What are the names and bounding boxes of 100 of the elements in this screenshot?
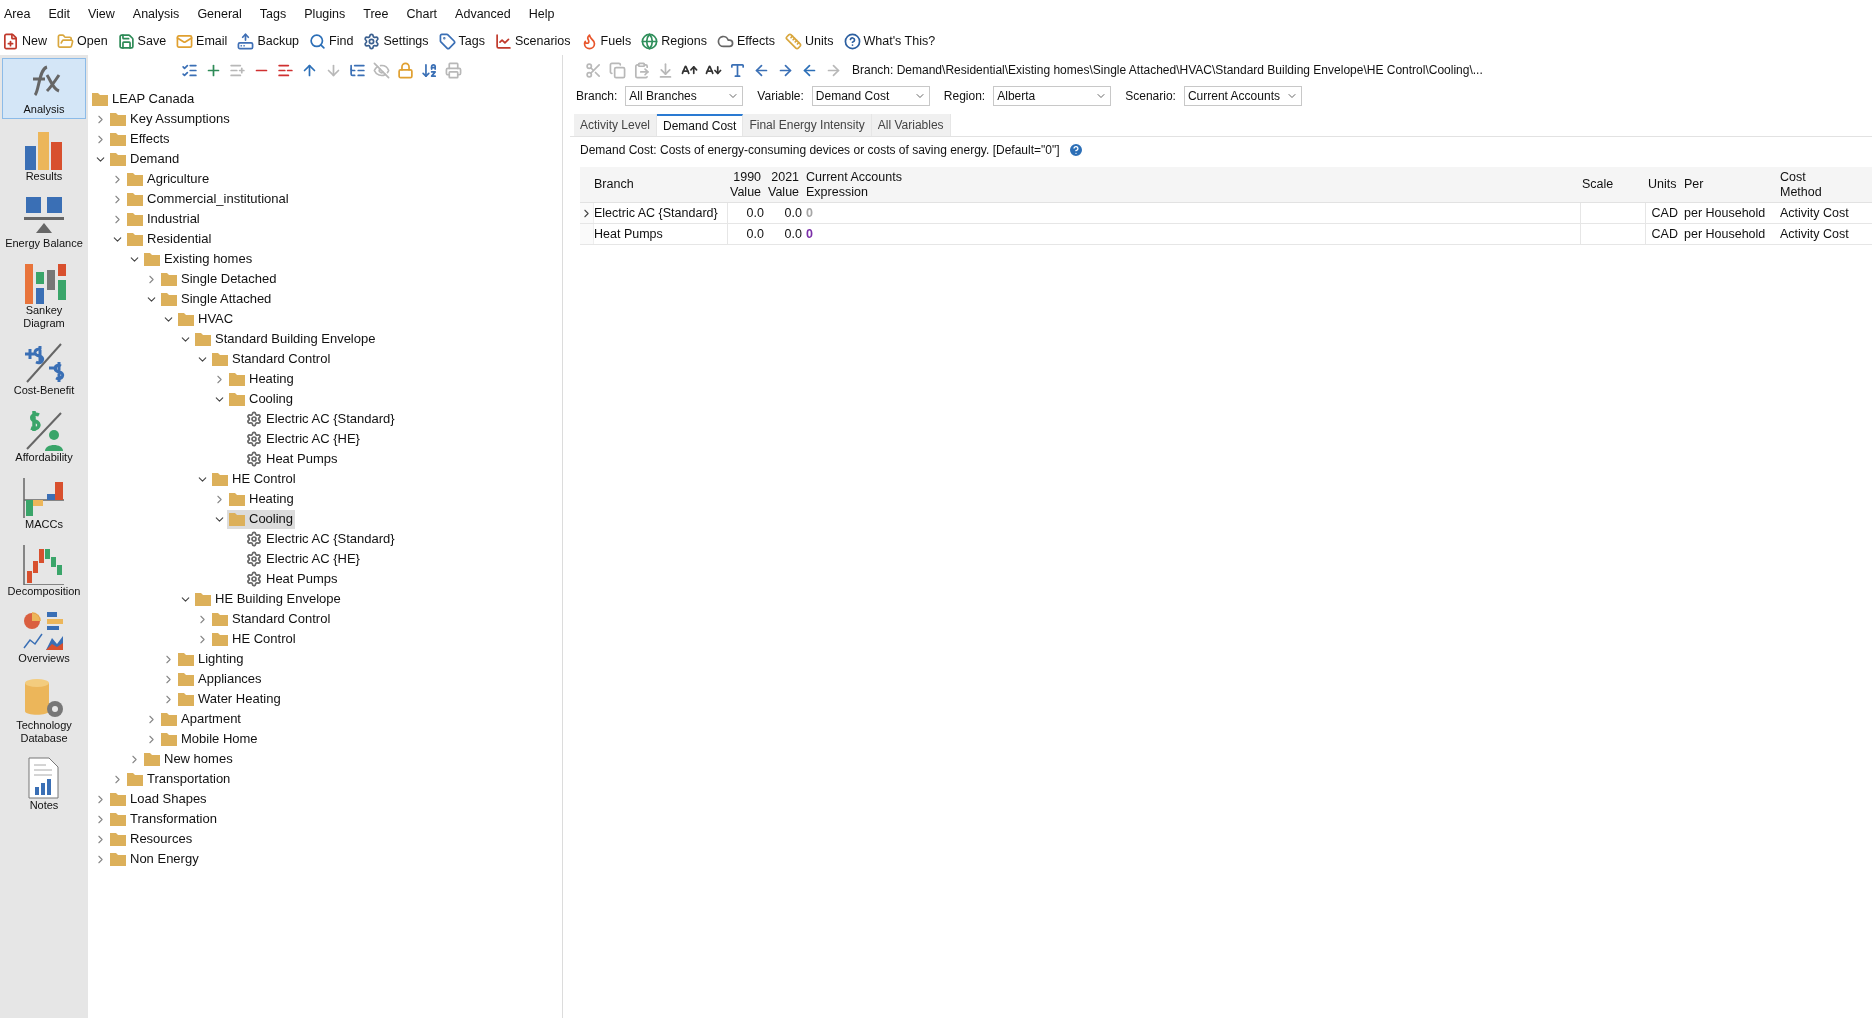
menu-item[interactable]: Edit <box>48 4 70 24</box>
tab[interactable]: Demand Cost <box>657 114 744 136</box>
toolbar-button[interactable]: Settings <box>363 32 429 51</box>
toolbar-button[interactable]: Effects <box>717 32 775 51</box>
help-icon[interactable] <box>1067 142 1084 158</box>
branch-node[interactable]: Heating <box>227 489 296 509</box>
menu-item[interactable]: Help <box>528 4 555 24</box>
expression-value[interactable]: 0 <box>806 226 813 241</box>
sidebar-item[interactable]: Notes <box>2 754 86 815</box>
toolbar-button[interactable]: What's This? <box>843 32 936 51</box>
filter-dropdown[interactable]: Demand Cost <box>811 86 930 106</box>
branch-node[interactable]: Standard Control <box>210 609 333 629</box>
toolbar-button[interactable]: Regions <box>641 32 708 51</box>
branch-node[interactable]: Mobile Home <box>159 729 260 749</box>
sidebar-item[interactable]: Analysis <box>2 58 86 119</box>
toolbar-button[interactable]: Scenarios <box>495 32 571 51</box>
branch-node[interactable]: Transformation <box>108 809 219 829</box>
column-header[interactable]: Per <box>1682 167 1778 202</box>
branch-node[interactable]: Single Attached <box>159 289 274 309</box>
branch-node[interactable]: Electric AC {HE} <box>244 429 362 449</box>
filter-dropdown[interactable]: All Branches <box>625 86 744 106</box>
menu-item[interactable]: View <box>87 4 115 24</box>
branch-node[interactable]: Cooling <box>227 389 296 409</box>
sidebar-item[interactable]: Cost-Benefit <box>2 339 86 400</box>
tree-item-label: Commercial_institutional <box>147 190 289 209</box>
sidebar-item[interactable]: Technology Database <box>2 674 86 748</box>
sidebar-item[interactable]: Results <box>2 125 86 186</box>
menu-item[interactable]: Chart <box>406 4 438 24</box>
menu-item[interactable]: General <box>197 4 242 24</box>
toolbar-button[interactable]: Units <box>785 32 834 51</box>
column-header[interactable]: Branch <box>580 167 728 202</box>
waterfall-chart-icon <box>21 543 67 585</box>
menu-item[interactable]: Advanced <box>455 4 511 24</box>
toolbar-button[interactable]: New <box>2 32 47 51</box>
filter-dropdown[interactable]: Current Accounts <box>1183 86 1302 106</box>
column-header[interactable]: Current Accounts Expression <box>804 167 1580 202</box>
column-header[interactable]: Scale <box>1580 167 1646 202</box>
tab[interactable]: All Variables <box>871 114 951 136</box>
branch-node[interactable]: HVAC <box>176 309 236 329</box>
branch-node[interactable]: Apartment <box>159 709 243 729</box>
branch-node[interactable]: Agriculture <box>125 169 212 189</box>
menu-item[interactable]: Tags <box>259 4 287 24</box>
sidebar-item[interactable]: MACCs <box>2 473 86 534</box>
folder-icon <box>195 332 211 346</box>
sidebar-item[interactable]: Energy Balance <box>2 192 86 253</box>
menu-item[interactable]: Tree <box>363 4 389 24</box>
column-header[interactable]: 1990 Value <box>728 167 766 202</box>
toolbar-button[interactable]: Backup <box>237 32 300 51</box>
branch-node[interactable]: Electric AC {HE} <box>244 549 362 569</box>
sidebar-item[interactable]: Sankey Diagram <box>2 259 86 333</box>
column-header[interactable]: Cost Method <box>1778 167 1872 202</box>
toolbar-button[interactable]: Email <box>176 32 228 51</box>
branch-node[interactable]: HE Building Envelope <box>193 589 343 609</box>
branch-node[interactable]: Resources <box>108 829 195 849</box>
branch-node[interactable]: HE Control <box>210 629 298 649</box>
table-row[interactable]: Electric AC {Standard} 0.0 0.0 0 CAD per Household Activity Cost <box>580 203 1872 224</box>
menu-item[interactable]: Plugins <box>304 4 346 24</box>
branch-node[interactable]: Existing homes <box>142 249 255 269</box>
branch-node[interactable]: Industrial <box>125 209 202 229</box>
branch-node[interactable]: Transportation <box>125 769 233 789</box>
branch-node[interactable]: Cooling <box>227 509 296 529</box>
branch-node[interactable]: Key Assumptions <box>108 109 232 129</box>
branch-node[interactable]: Demand <box>108 149 182 169</box>
branch-node[interactable]: Standard Control <box>210 349 333 369</box>
branch-node[interactable]: Residential <box>125 229 214 249</box>
sidebar-item[interactable]: Overviews <box>2 607 86 668</box>
tab[interactable]: Activity Level <box>574 114 658 136</box>
toolbar-button[interactable]: Save <box>117 32 167 51</box>
branch-node[interactable]: New homes <box>142 749 235 769</box>
table-row[interactable]: Heat Pumps 0.0 0.0 0 CAD per Household Activity Cost <box>580 224 1872 245</box>
toolbar-button[interactable]: Fuels <box>580 32 632 51</box>
branch-node[interactable]: Effects <box>108 129 172 149</box>
menu-item[interactable]: Analysis <box>132 4 180 24</box>
branch-node[interactable]: Water Heating <box>176 689 283 709</box>
branch-node[interactable]: Heat Pumps <box>244 569 340 589</box>
branch-node[interactable]: Load Shapes <box>108 789 209 809</box>
menu-item[interactable]: Area <box>4 4 31 24</box>
branch-node[interactable]: Electric AC {Standard} <box>244 409 397 429</box>
toolbar-button[interactable]: Tags <box>438 32 485 51</box>
branch-node[interactable]: Heating <box>227 369 296 389</box>
branch-node[interactable]: Non Energy <box>108 849 201 869</box>
tree-root-label[interactable]: LEAP Canada <box>112 89 195 109</box>
column-header[interactable]: 2021 Value <box>766 167 804 202</box>
branch-node[interactable]: Heat Pumps <box>244 449 340 469</box>
sidebar-item[interactable]: Decomposition <box>2 540 86 601</box>
tree-item-label: Water Heating <box>198 690 281 709</box>
branch-node[interactable]: HE Control <box>210 469 298 489</box>
column-header[interactable]: Units <box>1646 167 1682 202</box>
sidebar-item[interactable]: Affordability <box>2 406 86 467</box>
branch-node[interactable]: Commercial_institutional <box>125 189 291 209</box>
tree-item-label: Transformation <box>130 810 217 829</box>
branch-node[interactable]: Electric AC {Standard} <box>244 529 397 549</box>
toolbar-button[interactable]: Open <box>57 32 108 51</box>
branch-node[interactable]: Standard Building Envelope <box>193 329 378 349</box>
branch-node[interactable]: Appliances <box>176 669 264 689</box>
branch-node[interactable]: Lighting <box>176 649 246 669</box>
tab[interactable]: Final Energy Intensity <box>743 114 872 136</box>
branch-node[interactable]: Single Detached <box>159 269 279 289</box>
toolbar-button[interactable]: Find <box>309 32 354 51</box>
filter-dropdown[interactable]: Alberta <box>993 86 1112 106</box>
